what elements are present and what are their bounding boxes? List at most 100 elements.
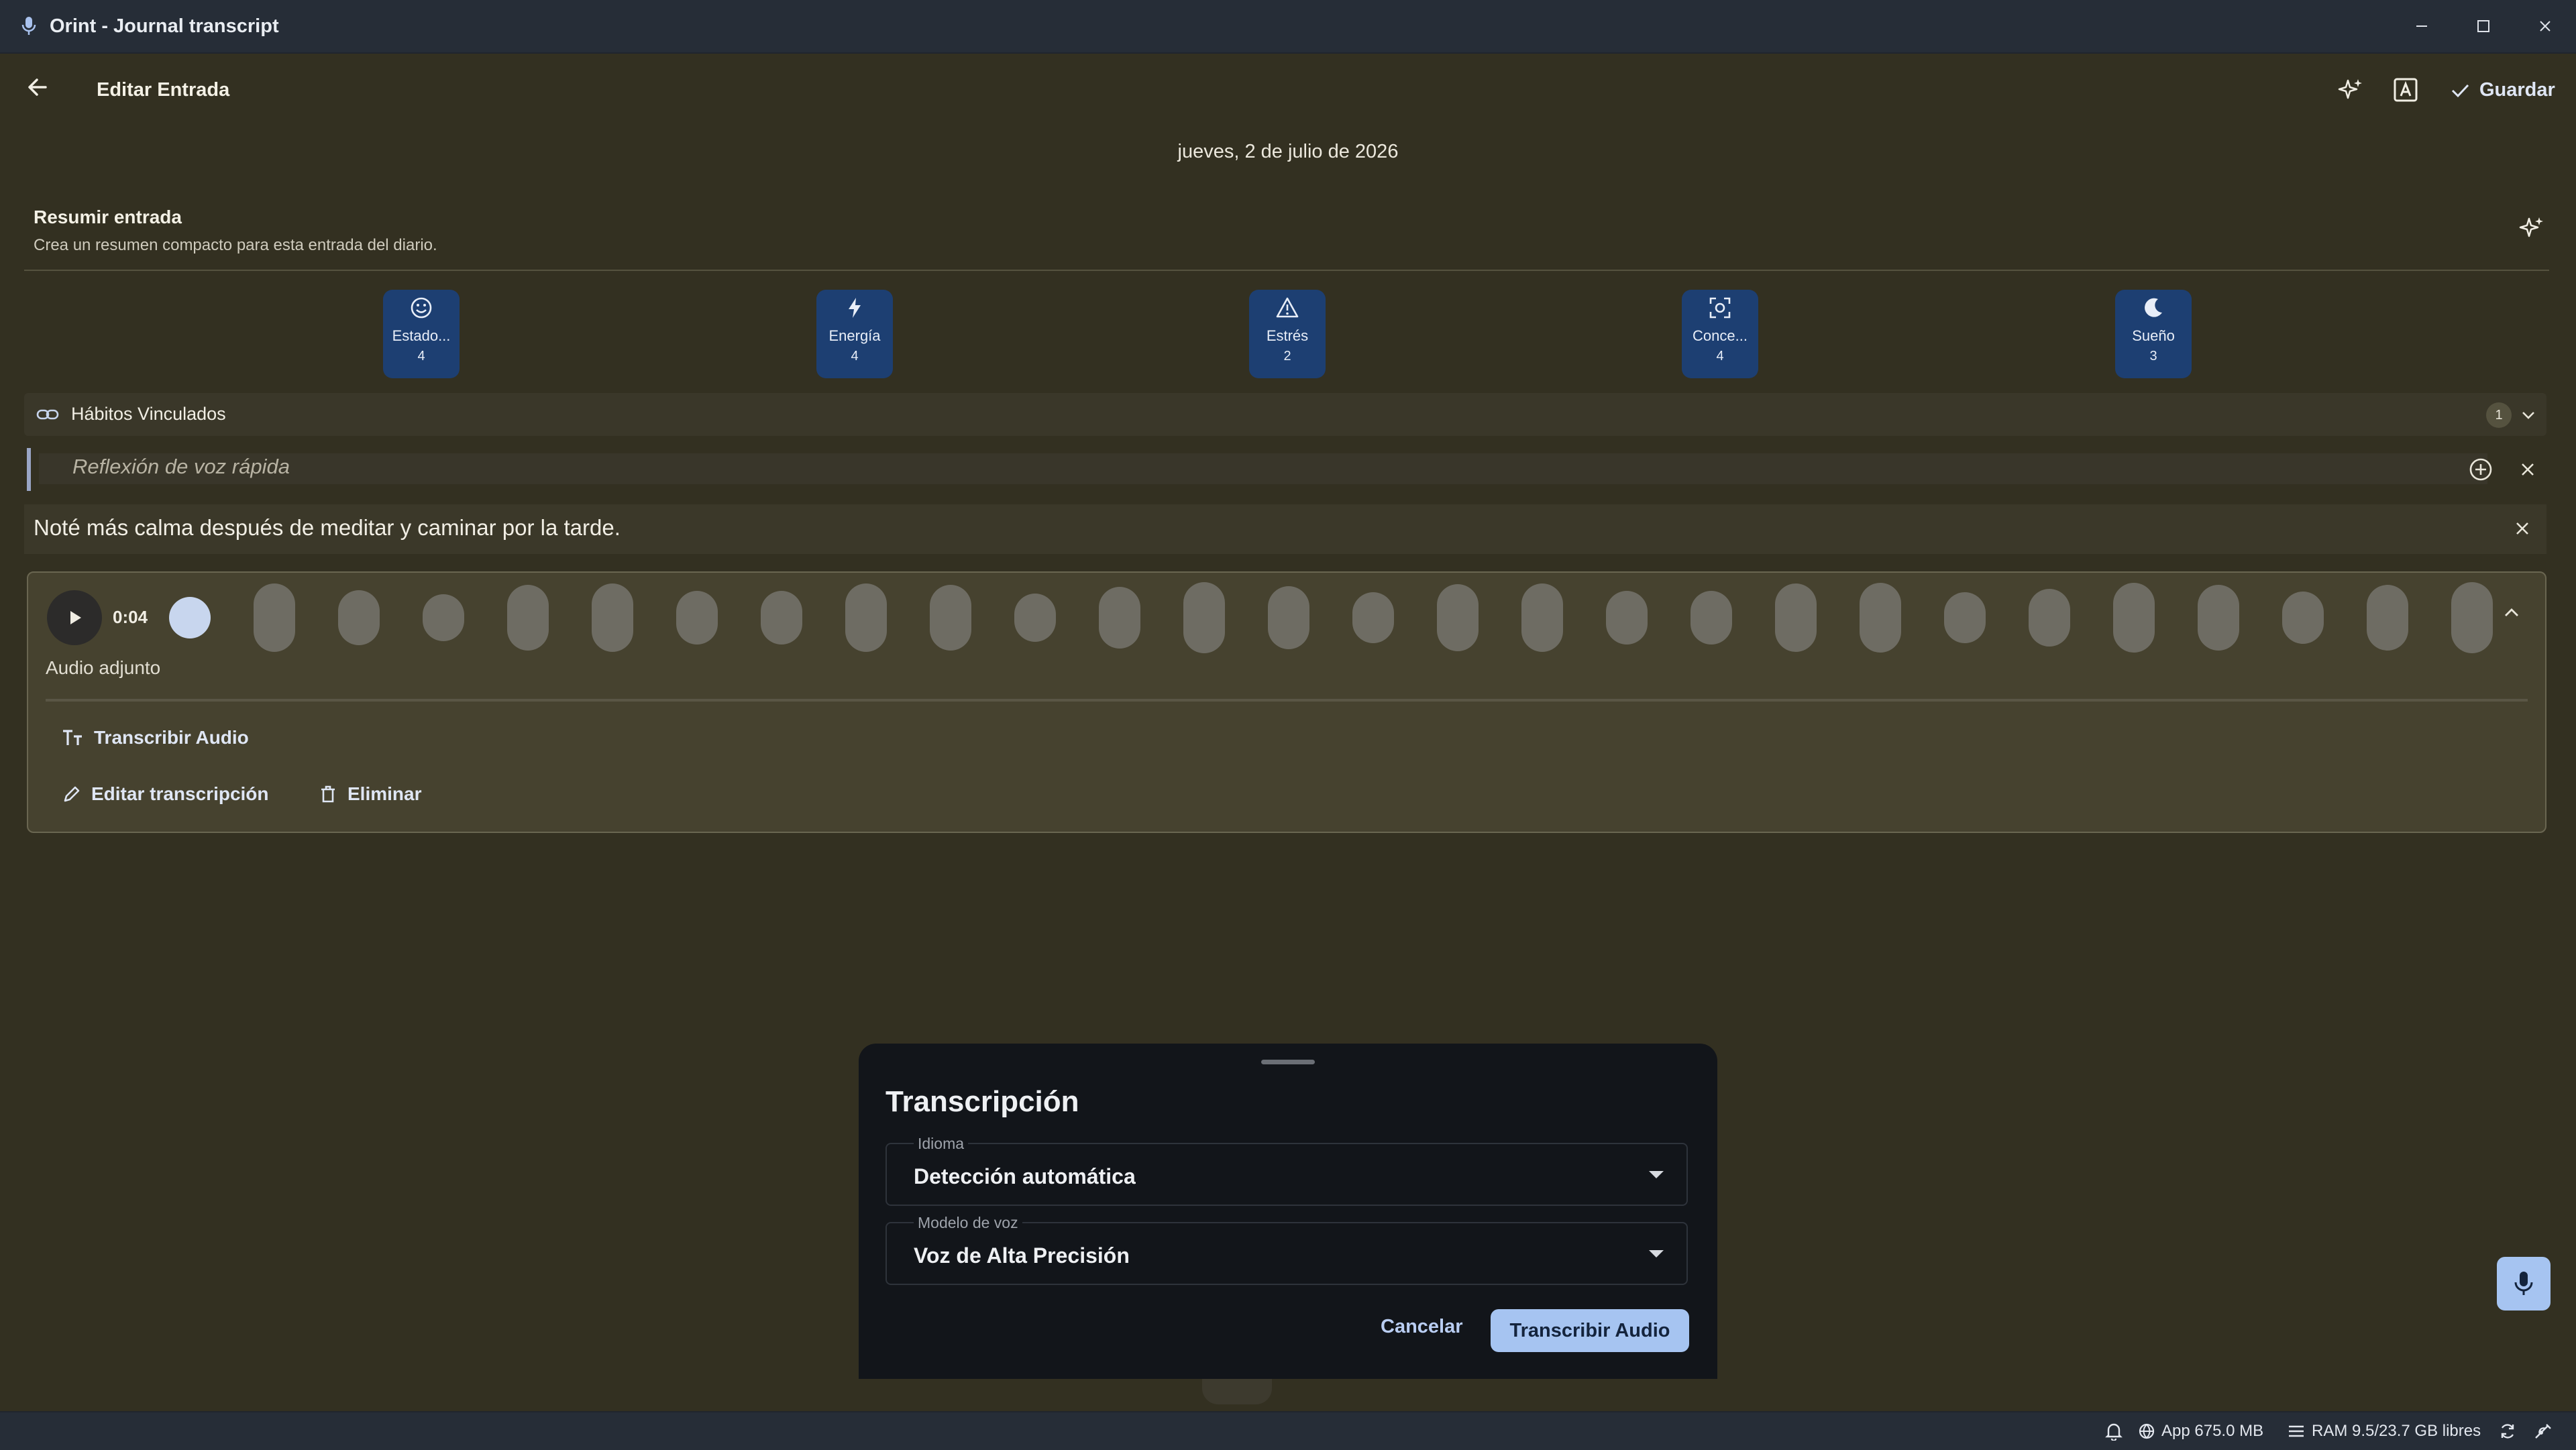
metric-value: 3 xyxy=(2149,349,2157,364)
smile-icon xyxy=(410,296,433,319)
save-button[interactable]: Guardar xyxy=(2450,79,2555,101)
memory-chip-icon xyxy=(2288,1424,2305,1439)
note-close-icon[interactable] xyxy=(2513,519,2532,538)
audio-waveform[interactable] xyxy=(145,581,2506,655)
language-select[interactable]: Idioma Detección automática xyxy=(885,1135,1688,1206)
microphone-icon xyxy=(21,16,36,36)
waveform-bar xyxy=(1690,591,1732,645)
waveform-bar xyxy=(845,583,887,652)
metric-label: Estado... xyxy=(392,327,451,344)
play-icon xyxy=(64,608,85,628)
waveform-bar xyxy=(1014,594,1056,642)
linked-habits-row[interactable]: Hábitos Vinculados 1 xyxy=(24,393,2546,436)
delete-audio-action[interactable]: Eliminar xyxy=(318,783,421,805)
title-bar: Orint - Journal transcript xyxy=(0,0,2576,54)
summary-title: Resumir entrada xyxy=(34,207,182,227)
transcribe-button[interactable]: Transcribir Audio xyxy=(1491,1309,1689,1352)
metric-stress[interactable]: Estrés 2 xyxy=(1249,290,1326,378)
language-label: Idioma xyxy=(914,1135,969,1153)
metric-focus[interactable]: Conce... 4 xyxy=(1682,290,1758,378)
audio-label: Audio adjunto xyxy=(46,657,161,678)
app-memory-text: App 675.0 MB xyxy=(2161,1422,2264,1440)
metric-sleep[interactable]: Sueño 3 xyxy=(2115,290,2192,378)
language-value: Detección automática xyxy=(914,1164,1136,1188)
ai-sparkle-icon[interactable] xyxy=(2337,76,2364,103)
waveform-bar xyxy=(507,585,549,651)
pencil-icon xyxy=(62,784,82,804)
audio-time: 0:04 xyxy=(113,607,148,627)
waveform-bar xyxy=(2113,583,2155,653)
metric-mood[interactable]: Estado... 4 xyxy=(383,290,460,378)
play-button[interactable] xyxy=(47,590,102,645)
voice-model-select[interactable]: Modelo de voz Voz de Alta Precisión xyxy=(885,1214,1688,1285)
metric-label: Estrés xyxy=(1266,327,1309,344)
waveform-bar xyxy=(254,583,295,652)
waveform-bar xyxy=(2282,592,2324,644)
focus-icon xyxy=(1709,296,1731,319)
summary-subtitle: Crea un resumen compacto para esta entra… xyxy=(34,236,437,254)
add-circle-icon[interactable] xyxy=(2469,457,2493,482)
trash-icon xyxy=(318,784,338,804)
globe-icon xyxy=(2139,1423,2155,1439)
metric-value: 4 xyxy=(417,349,425,364)
metric-energy[interactable]: Energía 4 xyxy=(816,290,893,378)
waveform-bar xyxy=(2029,589,2070,647)
metric-label: Sueño xyxy=(2132,327,2175,344)
waveform-bar xyxy=(1606,591,1648,645)
linked-habits-label: Hábitos Vinculados xyxy=(71,404,226,424)
waveform-bar xyxy=(1944,592,1986,643)
bell-icon[interactable] xyxy=(2105,1422,2123,1441)
text-format-icon[interactable] xyxy=(2392,76,2419,103)
edit-transcription-label: Editar transcripción xyxy=(91,783,269,804)
waveform-bar xyxy=(423,594,464,641)
edit-transcription-action[interactable]: Editar transcripción xyxy=(62,783,269,805)
cancel-button[interactable]: Cancelar xyxy=(1381,1316,1463,1338)
dropdown-arrow-icon xyxy=(1649,1171,1664,1178)
quote-text: Reflexión de voz rápida xyxy=(72,455,290,478)
page-title: Editar Entrada xyxy=(97,79,230,101)
waveform-bar xyxy=(1775,583,1817,652)
waveform-bar xyxy=(676,591,718,645)
audio-divider xyxy=(46,699,2528,702)
waveform-playhead xyxy=(169,597,211,638)
chevron-up-icon[interactable] xyxy=(2501,602,2522,624)
transcribe-audio-action[interactable]: Transcribir Audio xyxy=(62,727,249,748)
close-icon[interactable] xyxy=(2514,0,2576,52)
minimize-icon[interactable] xyxy=(2391,0,2453,52)
summary-sparkle-icon[interactable] xyxy=(2518,215,2545,241)
quote-close-icon[interactable] xyxy=(2518,460,2537,479)
warning-icon xyxy=(1276,296,1299,319)
waveform-bar xyxy=(592,583,633,652)
linked-habits-count: 1 xyxy=(2486,402,2512,428)
link-icon xyxy=(36,404,59,425)
quote-field[interactable] xyxy=(39,453,2487,484)
sync-icon[interactable] xyxy=(2498,1422,2517,1441)
entry-date: jueves, 2 de julio de 2026 xyxy=(1177,141,1399,162)
chevron-down-icon[interactable] xyxy=(2520,406,2537,424)
waveform-bar xyxy=(1099,587,1140,649)
waveform-bar xyxy=(2451,582,2493,653)
sheet-title: Transcripción xyxy=(885,1085,1079,1118)
app-memory-indicator: App 675.0 MB xyxy=(2139,1422,2263,1441)
summary-card[interactable]: Resumir entrada Crea un resumen compacto… xyxy=(24,194,2549,271)
note-text: Noté más calma después de meditar y cami… xyxy=(34,515,621,540)
ram-text: RAM 9.5/23.7 GB libres xyxy=(2312,1422,2481,1440)
broadcast-icon[interactable] xyxy=(2533,1422,2553,1441)
maximize-icon[interactable] xyxy=(2453,0,2514,52)
record-voice-button[interactable] xyxy=(2497,1257,2551,1310)
back-arrow-icon[interactable] xyxy=(24,74,51,101)
save-label: Guardar xyxy=(2479,79,2555,101)
sheet-drag-handle[interactable] xyxy=(1261,1060,1315,1064)
metric-value: 4 xyxy=(1716,349,1724,364)
waveform-bar xyxy=(1268,586,1309,649)
waveform-bar xyxy=(2367,585,2408,651)
waveform-bar xyxy=(1860,583,1901,653)
delete-label: Eliminar xyxy=(347,783,422,804)
check-icon xyxy=(2450,80,2470,101)
note-block[interactable]: Noté más calma después de meditar y cami… xyxy=(24,504,2546,554)
metric-label: Conce... xyxy=(1693,327,1748,344)
quote-block[interactable]: Reflexión de voz rápida xyxy=(27,448,2546,491)
transcription-sheet: Transcripción Idioma Detección automátic… xyxy=(859,1044,1717,1379)
metric-value: 2 xyxy=(1283,349,1291,364)
waveform-bar xyxy=(338,590,380,645)
